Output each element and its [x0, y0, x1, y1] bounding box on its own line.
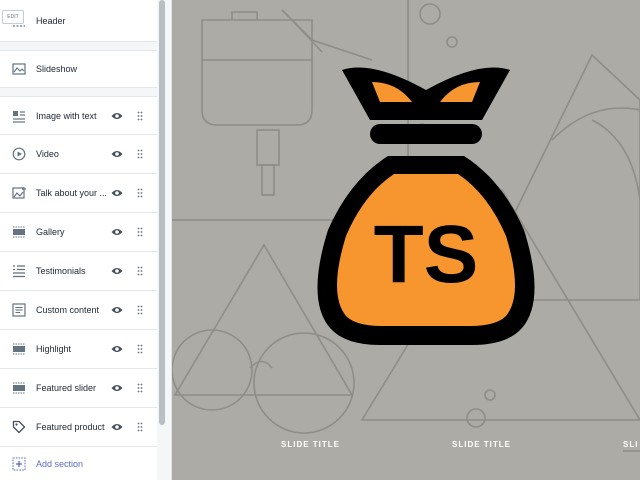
visibility-eye-icon[interactable]: [111, 344, 123, 354]
theme-preview: SLIDE TITLE SLIDE TITLE SLI TS: [172, 0, 640, 480]
gallery-icon: [13, 226, 25, 238]
section-label: Highlight: [36, 344, 72, 354]
slideshow-icon: [12, 63, 26, 75]
slide-title[interactable]: SLIDE TITLE: [452, 440, 511, 449]
section-label: Testimonials: [36, 266, 86, 276]
visibility-eye-icon[interactable]: [111, 422, 123, 432]
section-featured-slider[interactable]: Featured slider: [0, 369, 157, 408]
section-image-with-text[interactable]: Image with text: [0, 96, 157, 135]
section-gallery[interactable]: Gallery: [0, 213, 157, 252]
section-label: Header: [36, 15, 66, 26]
section-testimonials[interactable]: Testimonials: [0, 252, 157, 291]
section-label: Featured product: [36, 422, 105, 432]
section-label: Image with text: [36, 110, 97, 121]
slide-title[interactable]: SLI: [623, 440, 638, 449]
logo-text: TS: [374, 209, 479, 300]
drag-handle-icon[interactable]: [137, 422, 143, 432]
image-icon: [12, 187, 26, 199]
custom-content-icon: [12, 303, 26, 317]
section-label: Video: [36, 149, 59, 159]
visibility-eye-icon[interactable]: [111, 188, 123, 198]
section-header[interactable]: EDIT Header: [0, 0, 157, 42]
drag-handle-icon[interactable]: [137, 149, 143, 159]
section-label: Custom content: [36, 305, 100, 315]
money-bag-logo-icon: TS: [317, 67, 535, 345]
drag-handle-icon[interactable]: [137, 344, 143, 354]
theme-sections-sidebar: EDIT Header Slideshow Image with text Vi…: [0, 0, 172, 480]
section-highlight[interactable]: Highlight: [0, 330, 157, 369]
drag-handle-icon[interactable]: [137, 266, 143, 276]
visibility-eye-icon[interactable]: [111, 383, 123, 393]
section-video[interactable]: Video: [0, 135, 157, 174]
visibility-eye-icon[interactable]: [111, 227, 123, 237]
image-with-text-icon: [13, 110, 25, 123]
section-featured-product[interactable]: Featured product: [0, 408, 157, 447]
section-label: Featured slider: [36, 383, 97, 393]
section-slideshow[interactable]: Slideshow: [0, 50, 157, 88]
featured-slider-icon: [13, 382, 25, 394]
highlight-icon: [13, 343, 25, 355]
drag-handle-icon[interactable]: [137, 227, 143, 237]
section-label: Talk about your ...: [36, 188, 106, 198]
add-section-button[interactable]: Add section: [0, 447, 157, 480]
testimonials-icon: [13, 265, 25, 278]
slide-title[interactable]: SLIDE TITLE: [281, 440, 340, 449]
visibility-eye-icon[interactable]: [111, 111, 123, 121]
header-icon: [13, 24, 25, 27]
visibility-eye-icon[interactable]: [111, 305, 123, 315]
drag-handle-icon[interactable]: [137, 188, 143, 198]
video-icon: [12, 147, 26, 161]
tag-icon: [12, 420, 26, 434]
section-label: Slideshow: [36, 64, 78, 74]
section-label: Gallery: [36, 227, 65, 237]
drag-handle-icon[interactable]: [137, 383, 143, 393]
section-talk-about-your-brand[interactable]: Talk about your ...: [0, 174, 157, 213]
visibility-eye-icon[interactable]: [111, 266, 123, 276]
add-section-icon: [12, 457, 26, 470]
section-custom-content[interactable]: Custom content: [0, 291, 157, 330]
sidebar-scrollbar[interactable]: [159, 0, 165, 425]
visibility-eye-icon[interactable]: [111, 149, 123, 159]
drag-handle-icon[interactable]: [137, 305, 143, 315]
add-section-label: Add section: [36, 458, 84, 469]
drag-handle-icon[interactable]: [137, 111, 143, 121]
